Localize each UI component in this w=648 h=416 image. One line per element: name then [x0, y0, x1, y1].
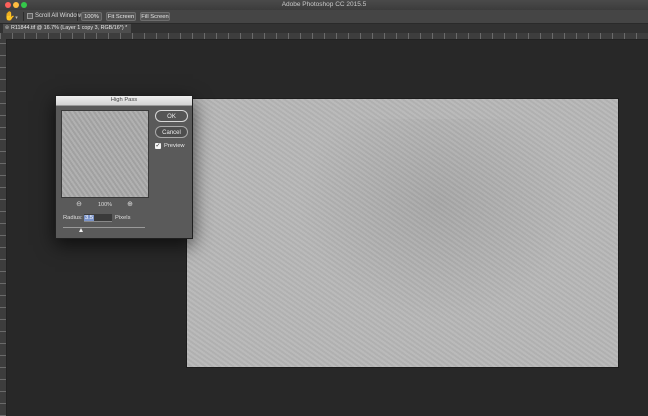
zoom-out-icon[interactable]: ⊖: [75, 201, 83, 209]
window-title: Adobe Photoshop CC 2015.5: [281, 1, 367, 8]
ok-button[interactable]: OK: [155, 110, 188, 122]
image-canvas[interactable]: [187, 99, 618, 367]
cancel-button[interactable]: Cancel: [155, 126, 188, 138]
preview-texture: [62, 111, 148, 197]
options-bar: ✋▾ Scroll All Windows 100% Fit Screen Fi…: [0, 10, 648, 24]
divider: [23, 12, 24, 21]
radius-unit-label: Pixels: [115, 215, 131, 221]
close-tab-icon[interactable]: ⊗: [3, 24, 11, 33]
zoom-in-icon[interactable]: ⊕: [126, 201, 134, 209]
chevron-down-icon: ▾: [15, 15, 18, 21]
radius-slider-thumb[interactable]: [78, 228, 83, 232]
filter-preview[interactable]: [61, 110, 149, 198]
high-pass-dialog: High Pass ⊖ 100% ⊕ OK Cancel ✓ Preview R…: [55, 95, 193, 239]
hand-tool-preset-picker[interactable]: ✋▾: [4, 11, 20, 22]
fill-screen-button[interactable]: Fill Screen: [140, 12, 170, 21]
radius-label: Radius:: [63, 215, 83, 221]
document-tab[interactable]: ⊗ R11844.tif @ 16.7% (Layer 1 copy 3, RGB…: [3, 24, 131, 33]
preview-checkbox[interactable]: ✓: [155, 143, 161, 149]
radius-slider-track[interactable]: [63, 227, 145, 228]
horizontal-ruler[interactable]: [0, 33, 648, 40]
hand-icon: ✋: [4, 11, 16, 21]
vertical-ruler[interactable]: [0, 39, 7, 416]
scroll-all-windows-checkbox[interactable]: [27, 13, 33, 19]
fit-screen-button[interactable]: Fit Screen: [106, 12, 136, 21]
radius-value: 3.5: [84, 215, 95, 221]
canvas-texture-overlay: [187, 99, 618, 367]
dialog-title[interactable]: High Pass: [56, 96, 192, 106]
radius-input[interactable]: 3.5: [84, 214, 112, 222]
document-tab-label: R11844.tif @ 16.7% (Layer 1 copy 3, RGB/…: [11, 25, 128, 31]
divider: [77, 12, 78, 21]
preview-label: Preview: [164, 143, 185, 149]
preview-zoom-level: 100%: [97, 202, 113, 208]
checkmark-icon: ✓: [155, 143, 161, 149]
zoom-100-button[interactable]: 100%: [81, 12, 102, 21]
